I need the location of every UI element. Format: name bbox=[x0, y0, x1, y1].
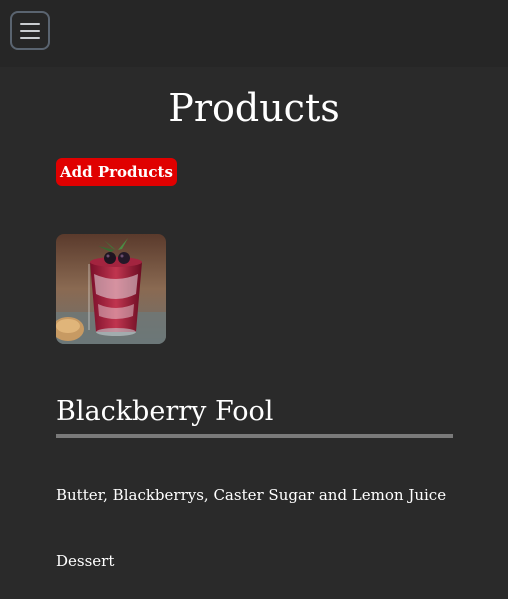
add-products-button[interactable]: Add Products bbox=[56, 158, 177, 186]
top-navbar bbox=[0, 0, 508, 67]
hamburger-menu-icon-bar bbox=[20, 29, 40, 32]
blackberry-dessert-photo bbox=[56, 234, 166, 344]
product-category: Dessert bbox=[56, 552, 115, 570]
hamburger-menu-icon-bar bbox=[20, 36, 40, 39]
hamburger-menu-icon bbox=[20, 22, 40, 25]
product-name: Blackberry Fool bbox=[56, 392, 453, 438]
product-ingredients: Butter, Blackberrys, Caster Sugar and Le… bbox=[56, 486, 447, 504]
product-image[interactable] bbox=[56, 234, 166, 344]
page-title: Products bbox=[168, 86, 340, 130]
main-content: Products Add Products Blackberry Fool Bu… bbox=[0, 67, 508, 599]
hamburger-menu-button[interactable] bbox=[10, 11, 50, 50]
